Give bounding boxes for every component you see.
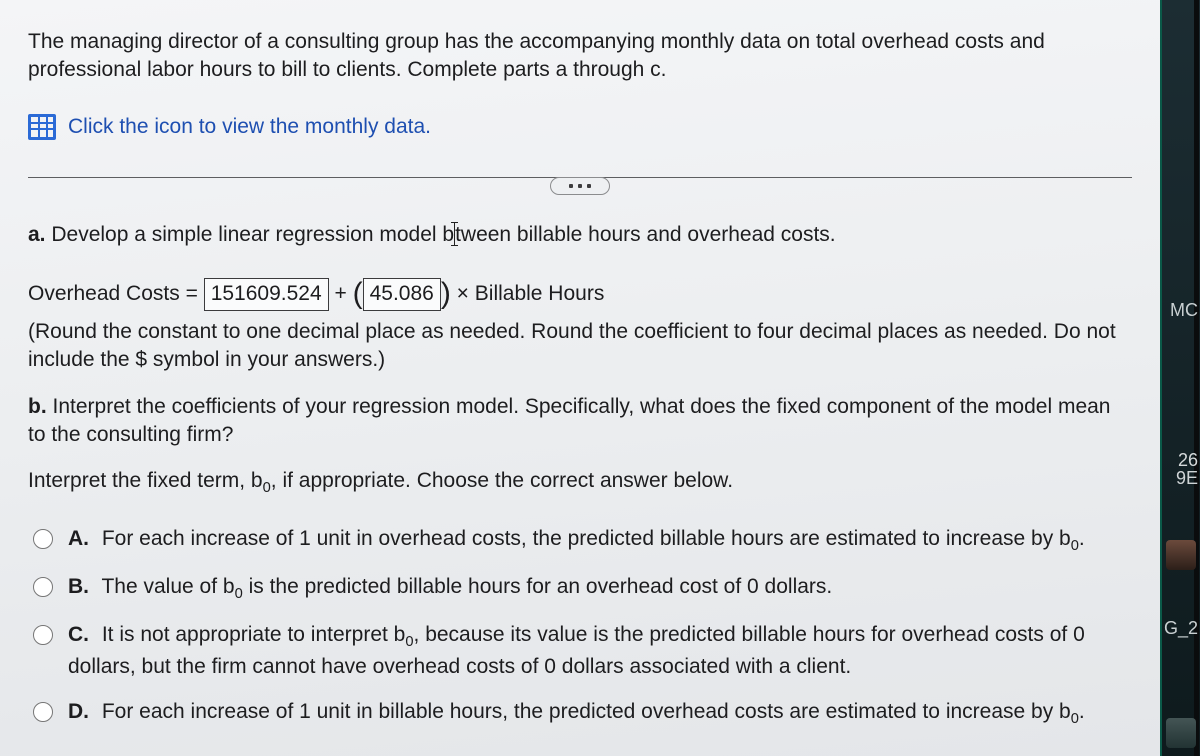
part-b: b. Interpret the coefficients of your re… [28, 393, 1132, 450]
choice-a-before: For each increase of 1 unit in overhead … [102, 527, 1071, 550]
choice-d-after: . [1079, 700, 1085, 723]
intro-text: The managing director of a consulting gr… [28, 30, 1045, 81]
choice-c-text: C. It is not appropriate to interpret b0… [68, 621, 1132, 681]
thumbnail-2[interactable] [1166, 718, 1196, 748]
choice-b-radio[interactable] [33, 577, 53, 597]
part-a-prompt-before: Develop a simple linear regression model… [51, 223, 454, 246]
choice-b-sub: 0 [235, 587, 243, 603]
choice-b-letter: B. [68, 573, 90, 601]
paren-left: ( [353, 277, 363, 310]
interpret-sub: 0 [263, 480, 271, 496]
choice-c-radio[interactable] [33, 625, 53, 645]
choice-c-letter: C. [68, 621, 90, 649]
scrollbar[interactable] [1194, 0, 1199, 756]
part-a-prompt-after: tween billable hours and overhead costs. [455, 223, 836, 246]
rounding-hint: (Round the constant to one decimal place… [28, 318, 1132, 375]
choice-d-letter: D. [68, 698, 90, 726]
choice-c-before: It is not appropriate to interpret b [102, 623, 406, 646]
choice-a-after: . [1079, 527, 1085, 550]
eq-lhs: Overhead Costs = [28, 282, 198, 305]
constant-input[interactable]: 151609.524 [204, 278, 329, 310]
eq-tail: × Billable Hours [457, 282, 605, 305]
interpret-before: Interpret the fixed term, b [28, 469, 263, 492]
part-a-label: a. [28, 223, 46, 246]
choice-d-before: For each increase of 1 unit in billable … [102, 700, 1071, 723]
table-icon [28, 114, 56, 140]
thumbnail-1[interactable] [1166, 540, 1196, 570]
choice-b-text: B. The value of b0 is the predicted bill… [68, 573, 1132, 605]
view-data-link[interactable]: Click the icon to view the monthly data. [28, 113, 1132, 141]
plus-sign: + [334, 282, 346, 305]
choice-a[interactable]: A. For each increase of 1 unit in overhe… [28, 525, 1132, 557]
choice-c[interactable]: C. It is not appropriate to interpret b0… [28, 621, 1132, 681]
fragment-4: G_2 [1164, 618, 1198, 639]
question-page: The managing director of a consulting gr… [0, 0, 1160, 756]
answer-choices: A. For each increase of 1 unit in overhe… [28, 525, 1132, 729]
question-intro: The managing director of a consulting gr… [28, 28, 1132, 85]
part-a: a. Develop a simple linear regression mo… [28, 219, 1132, 249]
choice-d-sub: 0 [1071, 711, 1079, 727]
choice-c-sub: 0 [405, 635, 413, 651]
part-b-label: b. [28, 395, 47, 418]
expand-pill[interactable] [550, 177, 610, 195]
choice-d[interactable]: D. For each increase of 1 unit in billab… [28, 698, 1132, 730]
interpret-after: , if appropriate. Choose the correct ans… [271, 469, 733, 492]
fragment-3: 9E [1176, 468, 1198, 489]
part-b-prompt: Interpret the coefficients of your regre… [28, 395, 1110, 446]
choice-d-radio[interactable] [33, 702, 53, 722]
choice-a-sub: 0 [1071, 538, 1079, 554]
choice-d-text: D. For each increase of 1 unit in billab… [68, 698, 1132, 730]
choice-b[interactable]: B. The value of b0 is the predicted bill… [28, 573, 1132, 605]
view-data-label: Click the icon to view the monthly data. [68, 113, 431, 141]
choice-b-after: is the predicted billable hours for an o… [243, 575, 833, 598]
interpret-prompt: Interpret the fixed term, b0, if appropr… [28, 467, 1132, 499]
coefficient-input[interactable]: 45.086 [363, 278, 441, 310]
section-divider [0, 177, 1160, 195]
right-sliver: MC 26 9E G_2 [1160, 0, 1200, 756]
fragment-1: MC [1170, 300, 1198, 321]
choice-a-letter: A. [68, 525, 90, 553]
choice-b-before: The value of b [101, 575, 234, 598]
choice-a-radio[interactable] [33, 529, 53, 549]
paren-right: ) [441, 277, 451, 310]
text-cursor-icon [454, 223, 455, 245]
equation-line: Overhead Costs = 151609.524 + (45.086) ×… [28, 271, 1132, 312]
choice-a-text: A. For each increase of 1 unit in overhe… [68, 525, 1132, 557]
